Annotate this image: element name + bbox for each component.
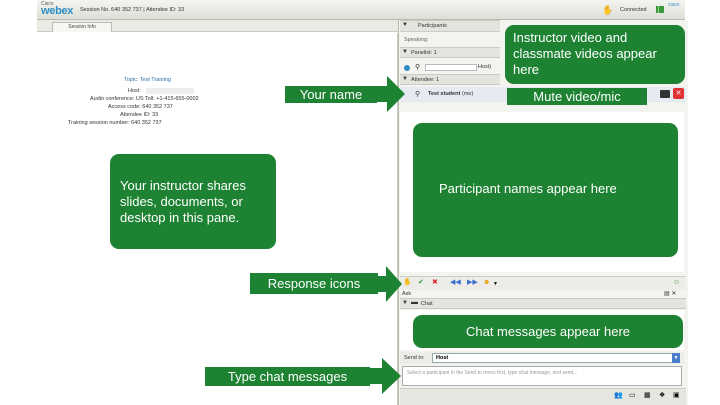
- your-name-arrow-icon: [377, 76, 405, 112]
- instructor-video-callout: Instructor video and classmate videos ap…: [505, 25, 685, 84]
- training-session-number: Training session number: 640 352 737: [68, 120, 162, 126]
- participants-header-bar[interactable]: [400, 20, 500, 32]
- add-participant-icon[interactable]: ☺: [673, 279, 680, 287]
- session-number-text: Session No. 640 352 737 | Attendee ID: 3…: [80, 7, 185, 13]
- emoticon-icon[interactable]: ☻: [483, 279, 490, 287]
- speaking-label: Speaking:: [404, 37, 429, 43]
- ask-label: Ask: [402, 291, 412, 297]
- response-icons-label: Response icons: [250, 273, 378, 294]
- access-code: Access code: 640 352 737: [108, 104, 173, 110]
- signal-icon: [656, 6, 664, 13]
- yes-check-icon[interactable]: ✔: [418, 279, 424, 287]
- emoticon-dropdown-icon[interactable]: ▼: [493, 280, 498, 288]
- select-arrow-icon[interactable]: ▼: [672, 353, 680, 363]
- host-role-icon: [404, 65, 410, 71]
- mute-video-label: Mute video/mic: [507, 88, 647, 105]
- session-host: Host:: [128, 88, 141, 94]
- host-name-redacted: [146, 88, 194, 94]
- type-chat-label: Type chat messages: [205, 367, 370, 386]
- participants-header: Participants: [418, 23, 447, 29]
- chat-input[interactable]: Select a participant in the Send to menu…: [402, 366, 682, 386]
- chat-panel-icon[interactable]: ▭: [629, 392, 636, 400]
- attendee-name: Test student: [428, 91, 461, 97]
- instructor-shares-callout: Your instructor shares slides, documents…: [110, 154, 276, 249]
- panelists-label: Panelist: 1: [411, 50, 437, 56]
- session-topic: Topic: Test Training: [124, 77, 171, 83]
- cisco-logo: cisco: [668, 2, 680, 8]
- notes-panel-icon[interactable]: ▦: [644, 392, 651, 400]
- hand-icon[interactable]: ✋: [403, 279, 412, 287]
- panel-options-icon[interactable]: ▤ ✕: [664, 290, 676, 297]
- your-name-label: Your name: [285, 86, 377, 103]
- attendee-me-suffix: (me): [462, 91, 474, 97]
- connection-status: Connected: [620, 7, 647, 13]
- person-icon: ⚲: [415, 64, 421, 71]
- more-panel-icon[interactable]: ▣: [673, 392, 680, 400]
- chat-header: Chat: [421, 301, 433, 307]
- participant-names-callout: Participant names appear here: [413, 123, 678, 257]
- collapse-icon[interactable]: ▼: [402, 22, 408, 28]
- person-icon: ⚲: [415, 91, 421, 98]
- audio-conference: Audio conference: US Toll: +1-415-655-00…: [90, 96, 199, 102]
- tab-session-info[interactable]: Session Info: [52, 22, 112, 32]
- webex-logo: webex: [41, 5, 74, 17]
- attendee-id: Attendee ID: 33: [120, 112, 159, 118]
- participants-panel-icon[interactable]: 👥: [614, 392, 623, 400]
- chat-bubble-icon: ▬: [411, 299, 418, 306]
- type-chat-arrow-icon: [370, 358, 401, 394]
- video-camera-icon[interactable]: [660, 90, 670, 98]
- send-to-label: Send to:: [404, 355, 425, 361]
- no-x-icon[interactable]: ✖: [432, 279, 438, 287]
- chat-messages-callout: Chat messages appear here: [413, 315, 683, 348]
- attendees-label: Attendee: 1: [411, 77, 440, 83]
- mute-mic-icon[interactable]: ✕: [673, 88, 684, 99]
- panelist-name-redacted: [425, 64, 477, 71]
- collapse-chat-icon[interactable]: ▼: [402, 300, 408, 306]
- response-icons-arrow-icon: [378, 266, 402, 302]
- qa-panel-icon[interactable]: ❖: [659, 392, 665, 400]
- expand-panelists-icon[interactable]: ▼: [402, 49, 408, 55]
- response-icon-bar: [400, 276, 686, 290]
- send-to-select[interactable]: Host: [432, 353, 680, 363]
- panelist-host-suffix: Host): [478, 64, 492, 70]
- chat-header-bar[interactable]: [400, 298, 686, 309]
- slower-icon[interactable]: ◀◀: [450, 279, 461, 287]
- faster-icon[interactable]: ▶▶: [467, 279, 478, 287]
- raise-hand-icon[interactable]: ✋: [602, 5, 613, 16]
